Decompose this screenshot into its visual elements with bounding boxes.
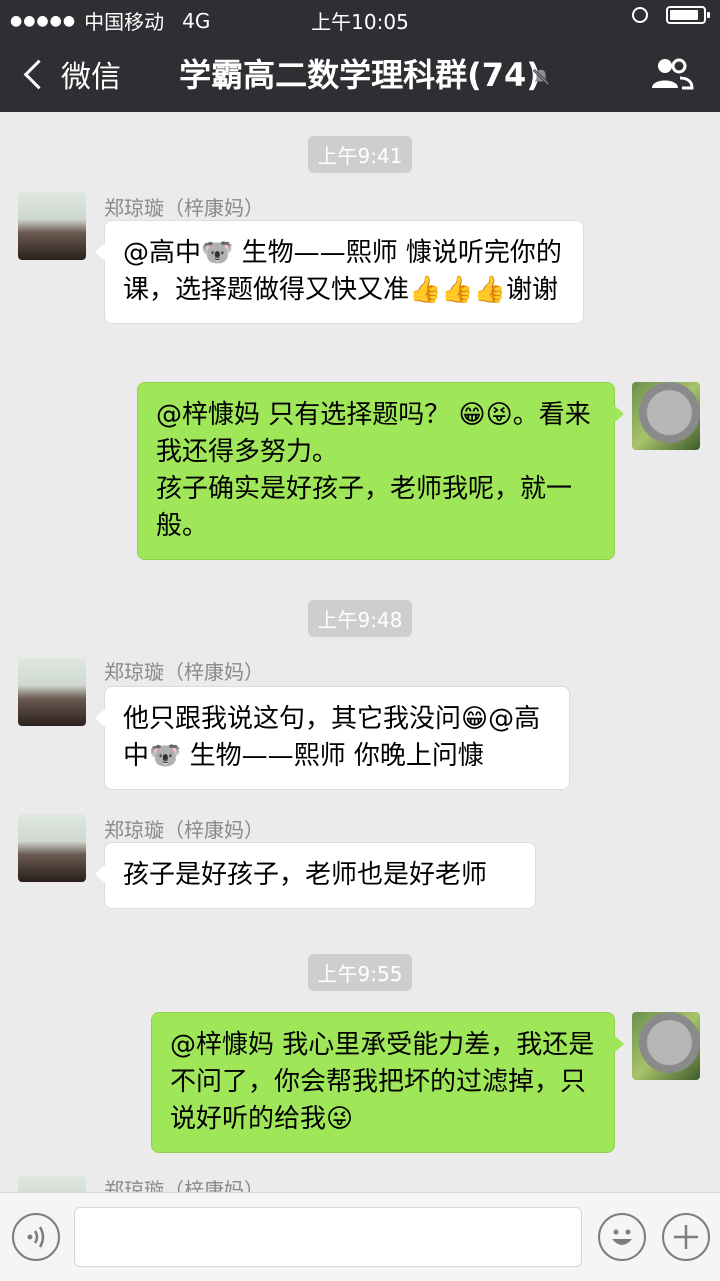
avatar[interactable] <box>632 382 700 450</box>
nav-bar: 微信 学霸高二数学理科群(74) <box>0 36 720 112</box>
mute-icon <box>532 68 550 86</box>
message-bubble-incoming[interactable]: 孩子是好孩子，老师也是好老师 <box>95 842 536 909</box>
back-label: 微信 <box>61 60 121 95</box>
emoji-icon <box>612 1229 632 1245</box>
status-time: 上午10:05 <box>311 10 409 34</box>
back-chevron-icon <box>23 59 54 89</box>
timestamp: 上午9:48 <box>0 600 720 637</box>
avatar[interactable] <box>18 192 86 260</box>
voice-button[interactable] <box>12 1213 60 1261</box>
message-bubble-outgoing[interactable]: @梓慷妈 我心里承受能力差，我还是不问了，你会帮我把坏的过滤掉，只说好听的给我😜 <box>151 1012 624 1153</box>
battery-icon <box>666 6 710 24</box>
emoji-button[interactable] <box>598 1213 646 1261</box>
sender-name: 郑琼璇（梓康妈） <box>104 818 264 842</box>
alarm-icon <box>632 7 648 23</box>
voice-icon <box>27 1226 45 1248</box>
avatar[interactable] <box>632 1012 700 1080</box>
timestamp: 上午9:41 <box>0 136 720 173</box>
avatar[interactable] <box>18 1176 86 1192</box>
top-bar: ●●●●● 中国移动 4G 上午10:05 微信 学霸高二数学理科群(74) <box>0 0 720 112</box>
back-button[interactable]: 微信 <box>20 52 121 96</box>
sender-name: 郑琼璇（梓康妈） <box>104 196 264 220</box>
status-bar: ●●●●● 中国移动 4G 上午10:05 <box>0 0 720 36</box>
avatar[interactable] <box>18 814 86 882</box>
avatar[interactable] <box>18 658 86 726</box>
message-bubble-incoming[interactable]: 他只跟我说这句，其它我没问😁@高中🐨 生物——熙师 你晚上问慷 <box>95 686 570 790</box>
group-members-icon[interactable] <box>650 56 694 92</box>
timestamp: 上午9:55 <box>0 954 720 991</box>
sender-name: 郑琼璇（梓康妈） <box>104 1178 264 1192</box>
more-button[interactable] <box>662 1213 710 1261</box>
message-input[interactable] <box>74 1207 582 1267</box>
message-bubble-incoming[interactable]: @高中🐨 生物——熙师 慷说听完你的课，选择题做得又快又准👍👍👍谢谢 <box>95 220 584 324</box>
chat-title: 学霸高二数学理科群(74) <box>179 56 541 94</box>
plus-icon <box>674 1225 698 1249</box>
chat-area[interactable]: 上午9:41 郑琼璇（梓康妈） @高中🐨 生物——熙师 慷说听完你的课，选择题做… <box>0 112 720 1192</box>
message-bubble-outgoing[interactable]: @梓慷妈 只有选择题吗？ 😁😝。看来我还得多努力。 孩子确实是好孩子，老师我呢，… <box>137 382 624 560</box>
input-bar <box>0 1192 720 1281</box>
sender-name: 郑琼璇（梓康妈） <box>104 660 264 684</box>
